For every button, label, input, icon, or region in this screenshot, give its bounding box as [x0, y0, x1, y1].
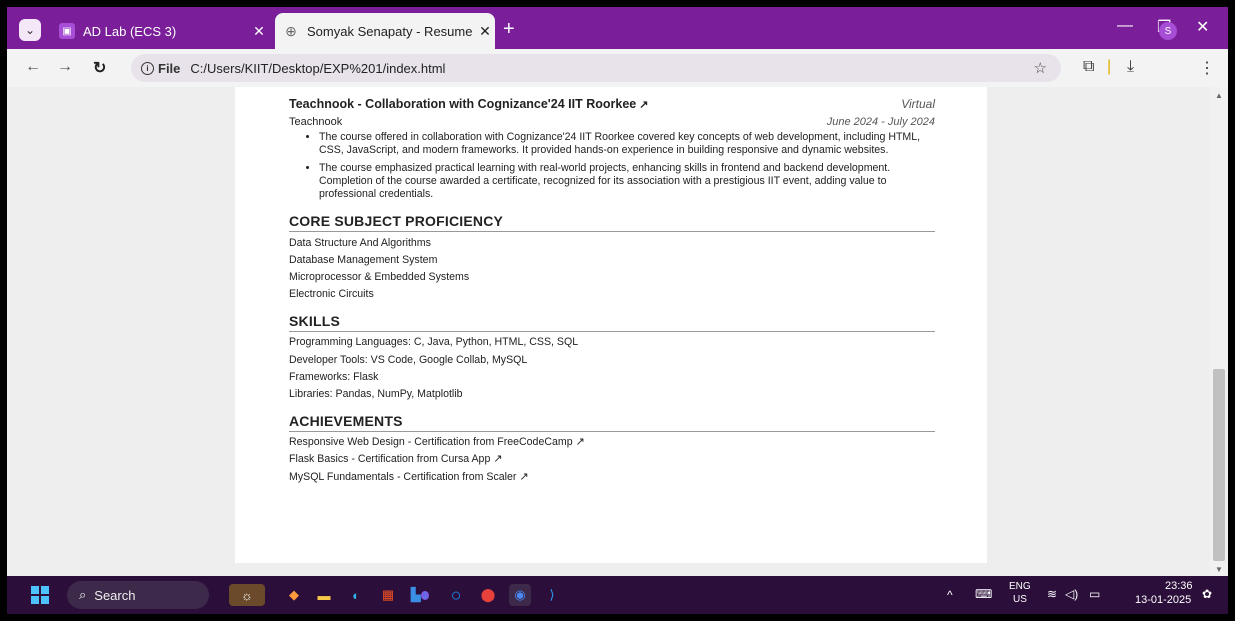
achievement-link[interactable]: Flask Basics - Certification from Cursa …: [289, 453, 935, 466]
experience-title-link[interactable]: Teachnook - Collaboration with Cognizanc…: [289, 97, 648, 111]
notifications-icon[interactable]: ✿: [1202, 587, 1212, 601]
tab-bar: ⌄ ▣ AD Lab (ECS 3) ✕ ⊕ Somyak Senapaty -…: [7, 7, 1228, 49]
edge-icon[interactable]: ◐: [345, 584, 367, 606]
experience-subheader: Teachnook June 2024 - July 2024: [289, 116, 935, 128]
wps-icon[interactable]: ⬤: [477, 584, 499, 606]
page-viewport: Teachnook - Collaboration with Cognizanc…: [7, 87, 1210, 576]
experience-title: Teachnook - Collaboration with Cognizanc…: [289, 97, 637, 111]
list-item: Electronic Circuits: [289, 288, 374, 301]
bookmark-star-icon[interactable]: ☆: [1034, 59, 1047, 77]
file-explorer-icon[interactable]: ▬: [313, 584, 335, 606]
teams-icon[interactable]: ▙ 1: [409, 584, 431, 606]
taskbar-search[interactable]: ⌕ Search: [67, 581, 209, 609]
notification-badge: 1: [420, 590, 430, 600]
profile-avatar[interactable]: S: [1159, 22, 1177, 40]
section-heading-core: CORE SUBJECT PROFICIENCY: [289, 213, 935, 233]
section-heading-skills: SKILLS: [289, 313, 935, 333]
search-icon: ⌕: [79, 587, 87, 602]
achievement-text: Flask Basics - Certification from Cursa …: [289, 453, 491, 466]
list-item: Developer Tools: VS Code, Google Collab,…: [289, 353, 528, 366]
battery-icon[interactable]: ▭: [1089, 587, 1100, 601]
scroll-down-icon[interactable]: ▼: [1215, 565, 1223, 574]
vscode-icon[interactable]: ⟩: [541, 584, 563, 606]
experience-bullets: The course offered in collaboration with…: [289, 131, 935, 201]
scheme-label: File: [158, 60, 181, 76]
address-bar[interactable]: i File C:/Users/KIIT/Desktop/EXP%201/ind…: [131, 54, 1061, 82]
external-link-icon: ↗: [493, 453, 503, 466]
minimize-icon[interactable]: —: [1117, 17, 1133, 35]
info-icon: i: [141, 61, 154, 75]
new-tab-button[interactable]: +: [503, 19, 515, 39]
tab-title: AD Lab (ECS 3): [83, 23, 177, 39]
achievement-text: Responsive Web Design - Certification fr…: [289, 436, 573, 449]
windows-start-icon[interactable]: [31, 586, 49, 604]
wifi-icon[interactable]: ≋: [1047, 587, 1057, 601]
clock-date[interactable]: 13-01-2025: [1135, 594, 1191, 606]
widgets-icon[interactable]: ☼: [229, 584, 265, 606]
external-link-icon: ↗: [575, 436, 585, 449]
external-link-icon: ↗: [639, 99, 649, 111]
menu-icon[interactable]: ⋮: [1199, 58, 1215, 78]
vertical-scrollbar[interactable]: ▲ ▼: [1210, 87, 1228, 576]
chevron-up-icon[interactable]: ^: [947, 588, 953, 602]
tab-title: Somyak Senapaty - Resume: [307, 23, 473, 39]
list-item: Libraries: Pandas, NumPy, Matplotlib: [289, 387, 463, 400]
search-label: Search: [94, 587, 136, 603]
store-icon[interactable]: ▦: [377, 584, 399, 606]
tab-resume[interactable]: ⊕ Somyak Senapaty - Resume ✕: [275, 13, 495, 49]
keyboard-icon[interactable]: ⌨: [975, 587, 992, 601]
copilot-icon[interactable]: ◆: [283, 584, 305, 606]
close-window-icon[interactable]: ✕: [1196, 17, 1209, 37]
tab-ad-lab[interactable]: ▣ AD Lab (ECS 3) ✕: [51, 13, 269, 49]
windows-taskbar: ⌕ Search ☼ ◆ ▬ ◐ ▦ ▙ 1 ○ ⬤ ◉ ⟩ ^ ⌨ ENG US…: [7, 576, 1228, 614]
download-icon[interactable]: ⤓: [1127, 58, 1134, 76]
list-item: The course emphasized practical learning…: [319, 162, 935, 202]
reload-icon[interactable]: ↻: [93, 58, 106, 78]
achievement-text: MySQL Fundamentals - Certification from …: [289, 470, 517, 483]
back-icon[interactable]: ←: [25, 58, 41, 76]
section-heading-achievements: ACHIEVEMENTS: [289, 413, 935, 432]
extensions-icon[interactable]: ⧉: [1083, 58, 1094, 76]
globe-icon: ⊕: [285, 22, 297, 39]
volume-icon[interactable]: ◁): [1065, 587, 1078, 601]
url-text: C:/Users/KIIT/Desktop/EXP%201/index.html: [190, 60, 446, 76]
experience-dates: June 2024 - July 2024: [826, 116, 935, 128]
resume-content: Teachnook - Collaboration with Cognizanc…: [289, 97, 935, 484]
list-item: Data Structure And Algorithms: [289, 236, 431, 249]
close-tab-icon[interactable]: ✕: [475, 23, 495, 40]
chrome-icon[interactable]: ◉: [509, 584, 531, 606]
scroll-up-icon[interactable]: ▲: [1215, 91, 1223, 100]
experience-header: Teachnook - Collaboration with Cognizanc…: [289, 97, 935, 111]
experience-location: Virtual: [901, 97, 935, 111]
site-info-chip[interactable]: i File: [141, 61, 180, 76]
experience-company: Teachnook: [289, 116, 343, 128]
cortana-icon[interactable]: ○: [445, 584, 467, 606]
classroom-icon: ▣: [59, 23, 75, 39]
clock-time[interactable]: 23:36: [1165, 580, 1193, 592]
achievement-link[interactable]: MySQL Fundamentals - Certification from …: [289, 471, 935, 484]
list-item: Programming Languages: C, Java, Python, …: [289, 336, 579, 349]
language-indicator[interactable]: ENG: [1009, 581, 1031, 592]
list-item: Frameworks: Flask: [289, 370, 379, 383]
list-item: The course offered in collaboration with…: [319, 131, 935, 158]
browser-toolbar: ← → ↻ i File C:/Users/KIIT/Desktop/EXP%2…: [7, 49, 1228, 87]
close-tab-icon[interactable]: ✕: [249, 23, 269, 40]
scrollbar-thumb[interactable]: [1213, 369, 1225, 561]
forward-icon[interactable]: →: [57, 58, 73, 76]
toolbar-divider: |: [1107, 58, 1112, 75]
achievement-link[interactable]: Responsive Web Design - Certification fr…: [289, 436, 935, 449]
language-label: ENG: [1009, 581, 1031, 592]
list-item: Database Management System: [289, 253, 438, 266]
region-label: US: [1013, 594, 1027, 605]
list-item: Microprocessor & Embedded Systems: [289, 271, 470, 284]
browser-window: ⌄ ▣ AD Lab (ECS 3) ✕ ⊕ Somyak Senapaty -…: [7, 7, 1228, 614]
external-link-icon: ↗: [519, 470, 529, 483]
tab-search-button[interactable]: ⌄: [19, 19, 41, 41]
